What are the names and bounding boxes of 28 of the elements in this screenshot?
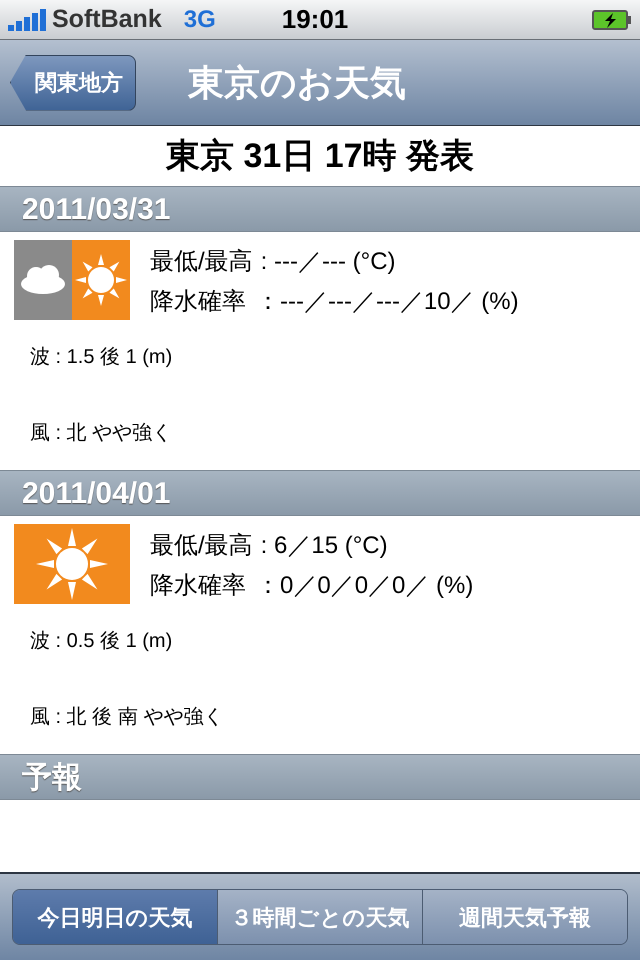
headline: 東京 31日 17時 発表 [164, 136, 475, 176]
battery-icon [592, 8, 632, 30]
precipitation-label: 降水確率 [150, 287, 246, 317]
sun-icon [72, 240, 130, 320]
wind-info: 風 : 北 後 南 やや強く [30, 705, 224, 730]
network-type: 3G [184, 4, 216, 34]
signal-icon [8, 8, 48, 30]
wind-info: 風 : 北 やや強く [30, 421, 174, 446]
precipitation-value: ：---／---／---／10／ (%) [256, 287, 519, 317]
nav-title: 東京のお天気 [188, 60, 406, 104]
precipitation-value: ：0／0／0／0／ (%) [256, 571, 474, 601]
temperature-label: 最低/最高 [150, 247, 253, 277]
cloud-icon [14, 240, 72, 320]
segment-tab[interactable]: 週間天気予報 [422, 890, 627, 944]
sun-icon [14, 524, 130, 604]
date-header: 2011/04/01 [0, 470, 640, 516]
back-button[interactable]: 関東地方 [10, 54, 136, 110]
wave-info: 波 : 1.5 後 1 (m) [30, 345, 174, 370]
temperature-value: : ---／--- (°C) [260, 247, 396, 277]
temperature-label: 最低/最高 [150, 531, 253, 561]
clock-time: 19:01 [282, 3, 348, 36]
wave-info: 波 : 0.5 後 1 (m) [30, 629, 174, 654]
carrier-name: SoftBank [52, 4, 162, 35]
date-header: 2011/03/31 [0, 186, 640, 232]
segment-tab[interactable]: 今日明日の天気 [13, 890, 217, 944]
precipitation-label: 降水確率 [150, 571, 246, 601]
temperature-value: : 6／15 (°C) [260, 531, 388, 561]
forecast-header: 予報 [0, 754, 640, 800]
